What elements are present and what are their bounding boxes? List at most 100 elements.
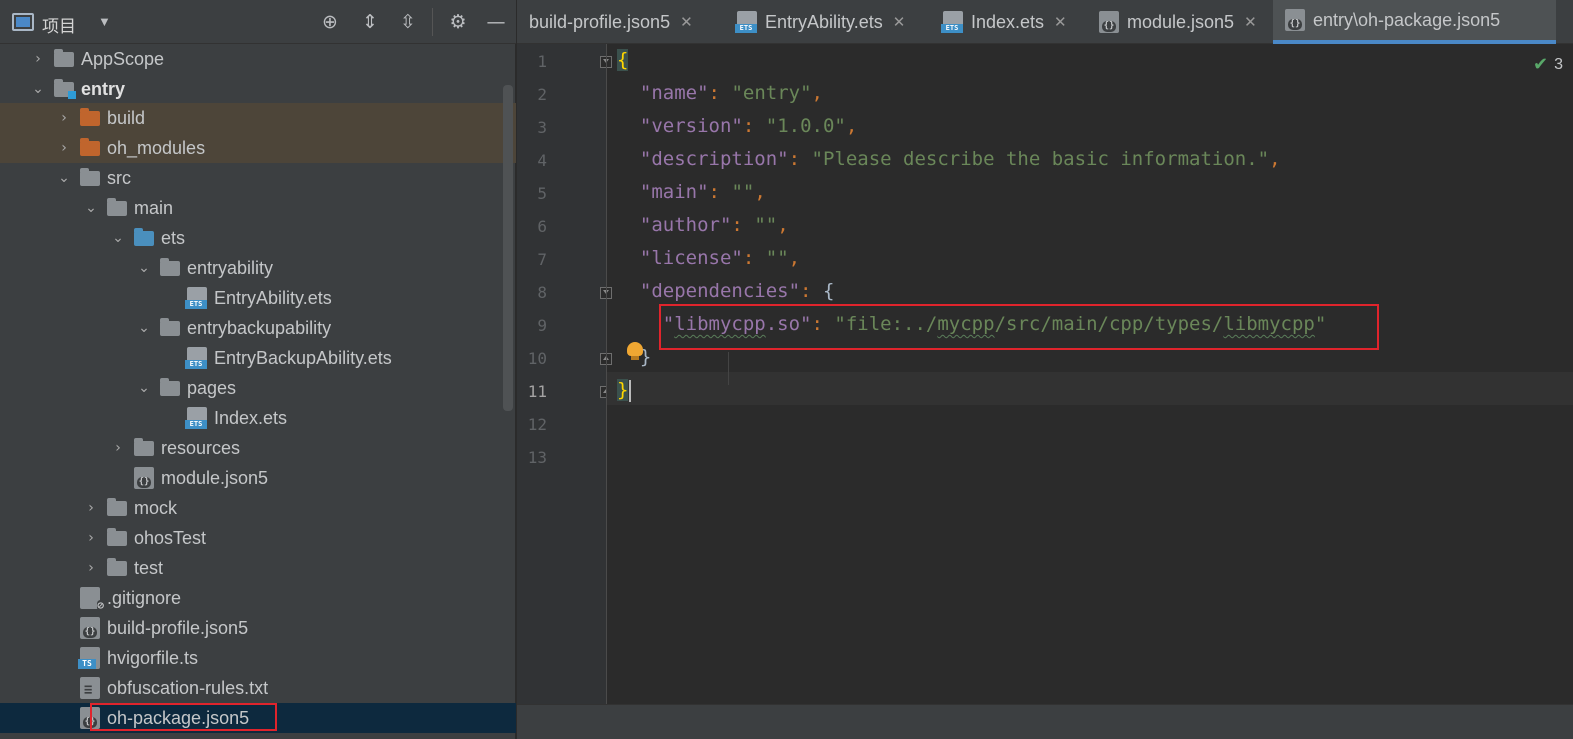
tree-item-label: build-profile.json5 xyxy=(107,617,249,638)
crosshair-icon[interactable]: ⊕ xyxy=(318,10,342,34)
tree-item-label: EntryBackupAbility.ets xyxy=(214,347,392,368)
line-number: 8 xyxy=(537,283,547,302)
tree-item-module-json5[interactable]: module.json5 xyxy=(0,463,516,493)
tree-item-entry[interactable]: ⌄ entry xyxy=(0,74,516,104)
tab-index[interactable]: Index.ets ✕ xyxy=(931,0,1087,44)
close-icon[interactable]: ✕ xyxy=(1054,13,1067,31)
tree-item-resources[interactable]: › resources xyxy=(0,433,516,463)
folder-icon xyxy=(160,317,180,336)
tree-item-build[interactable]: › build xyxy=(0,103,516,133)
tree-item-entryability-ets[interactable]: EntryAbility.ets xyxy=(0,283,516,313)
tree-item-label: ets xyxy=(161,227,186,248)
project-panel-icon xyxy=(12,13,34,31)
code-editor[interactable]: { "name": "entry", "version": "1.0.0", "… xyxy=(607,44,1573,704)
ets-file-icon xyxy=(185,407,207,429)
tree-item-label: build xyxy=(107,107,146,128)
tree-item-main[interactable]: ⌄ main xyxy=(0,193,516,223)
tree-item-index-ets[interactable]: Index.ets xyxy=(0,403,516,433)
code-line-5: "main": "", xyxy=(639,181,766,203)
tab-oh-package-json5[interactable]: entry\oh-package.json5 xyxy=(1273,0,1556,44)
tree-item-src[interactable]: ⌄ src xyxy=(0,163,516,193)
close-icon[interactable]: ✕ xyxy=(680,13,693,31)
lightbulb-icon[interactable] xyxy=(627,342,643,360)
tree-item-label: oh_modules xyxy=(107,137,206,158)
folder-icon xyxy=(160,257,180,276)
gitignore-file-icon xyxy=(80,587,104,611)
tree-item-label: AppScope xyxy=(81,48,165,69)
editor-tab-bar: build-profile.json5 ✕ EntryAbility.ets ✕… xyxy=(517,0,1573,44)
tab-label: module.json5 xyxy=(1127,11,1235,32)
highlight-box-tree-file xyxy=(90,703,277,731)
excluded-folder-icon xyxy=(80,137,100,156)
code-line-11: } xyxy=(617,374,632,407)
chevron-right-icon[interactable]: › xyxy=(54,110,74,126)
tab-label: entry\oh-package.json5 xyxy=(1313,9,1501,30)
check-icon: ✔ xyxy=(1533,54,1549,75)
chevron-down-icon[interactable]: ⌄ xyxy=(54,170,74,186)
editor: build-profile.json5 ✕ EntryAbility.ets ✕… xyxy=(517,0,1573,739)
tree-item-label: main xyxy=(134,197,174,218)
tree-item-label: module.json5 xyxy=(161,467,269,488)
chevron-right-icon[interactable]: › xyxy=(108,440,128,456)
tree-item-entrybackupability[interactable]: ⌄ entrybackupability xyxy=(0,313,516,343)
collapse-all-icon[interactable]: ⇳ xyxy=(396,10,420,34)
text-caret xyxy=(629,379,632,402)
expand-all-icon[interactable]: ⇕ xyxy=(358,10,382,34)
text-file-icon xyxy=(80,677,100,701)
chevron-down-icon[interactable]: ⌄ xyxy=(28,81,48,97)
tree-item-label: mock xyxy=(134,497,178,518)
tree-item-appscope[interactable]: › AppScope xyxy=(0,44,516,74)
tree-item-label: Index.ets xyxy=(214,407,288,428)
close-icon[interactable]: ✕ xyxy=(893,13,906,31)
chevron-down-icon[interactable]: ⌄ xyxy=(134,320,154,336)
tree-item-obfuscation-rules[interactable]: obfuscation-rules.txt xyxy=(0,673,516,703)
tree-item-ets[interactable]: ⌄ ets xyxy=(0,223,516,253)
folder-icon xyxy=(134,437,154,456)
tab-module-json5[interactable]: module.json5 ✕ xyxy=(1087,0,1273,44)
chevron-right-icon[interactable]: › xyxy=(81,500,101,516)
current-line-highlight xyxy=(607,372,1573,405)
line-number: 1 xyxy=(537,52,547,71)
chevron-down-icon[interactable]: ⌄ xyxy=(81,200,101,216)
chevron-down-icon[interactable]: ▼ xyxy=(98,14,111,29)
tree-item-label: entrybackupability xyxy=(187,317,332,338)
tree-item-gitignore[interactable]: .gitignore xyxy=(0,583,516,613)
code-line-7: "license": "", xyxy=(639,247,801,269)
folder-icon xyxy=(160,377,180,396)
tree-item-ohostest[interactable]: › ohosTest xyxy=(0,523,516,553)
tree-item-entrybackupability-ets[interactable]: EntryBackupAbility.ets xyxy=(0,343,516,373)
tree-item-label: test xyxy=(134,557,164,578)
gear-icon[interactable]: ⚙ xyxy=(446,10,470,34)
tree-item-label: entryability xyxy=(187,257,274,278)
tree-item-build-profile[interactable]: build-profile.json5 xyxy=(0,613,516,643)
chevron-right-icon[interactable]: › xyxy=(28,51,48,67)
tree-item-pages[interactable]: ⌄ pages xyxy=(0,373,516,403)
chevron-right-icon[interactable]: › xyxy=(81,560,101,576)
toolbar-divider xyxy=(432,8,433,36)
line-number-gutter: 1 2 3 4 5 6 7 8 9 10 11 12 13 xyxy=(517,44,612,704)
tree-item-mock[interactable]: › mock xyxy=(0,493,516,523)
tree-item-label: ohosTest xyxy=(134,527,207,548)
tree-item-hvigorfile[interactable]: hvigorfile.ts xyxy=(0,643,516,673)
tree-item-label: obfuscation-rules.txt xyxy=(107,677,269,698)
tree-item-label: entry xyxy=(81,78,126,99)
tree-item-entryability[interactable]: ⌄ entryability xyxy=(0,253,516,283)
line-number: 9 xyxy=(537,316,547,335)
chevron-right-icon[interactable]: › xyxy=(54,140,74,156)
tab-build-profile[interactable]: build-profile.json5 ✕ xyxy=(517,0,725,44)
inspection-widget[interactable]: ✔ 3 xyxy=(1533,54,1563,75)
chevron-right-icon[interactable]: › xyxy=(81,530,101,546)
tree-item-test[interactable]: › test xyxy=(0,553,516,583)
minimize-icon[interactable]: — xyxy=(484,10,508,34)
line-number: 7 xyxy=(537,250,547,269)
chevron-down-icon[interactable]: ⌄ xyxy=(134,380,154,396)
ts-file-icon xyxy=(78,647,100,669)
tab-entryability[interactable]: EntryAbility.ets ✕ xyxy=(725,0,931,44)
tree-scrollbar[interactable] xyxy=(503,85,513,411)
chevron-down-icon[interactable]: ⌄ xyxy=(108,230,128,246)
chevron-down-icon[interactable]: ⌄ xyxy=(134,260,154,276)
tree-item-oh-modules[interactable]: › oh_modules xyxy=(0,133,516,163)
folder-icon xyxy=(107,197,127,216)
tree-item-label: EntryAbility.ets xyxy=(214,287,332,308)
close-icon[interactable]: ✕ xyxy=(1244,13,1257,31)
